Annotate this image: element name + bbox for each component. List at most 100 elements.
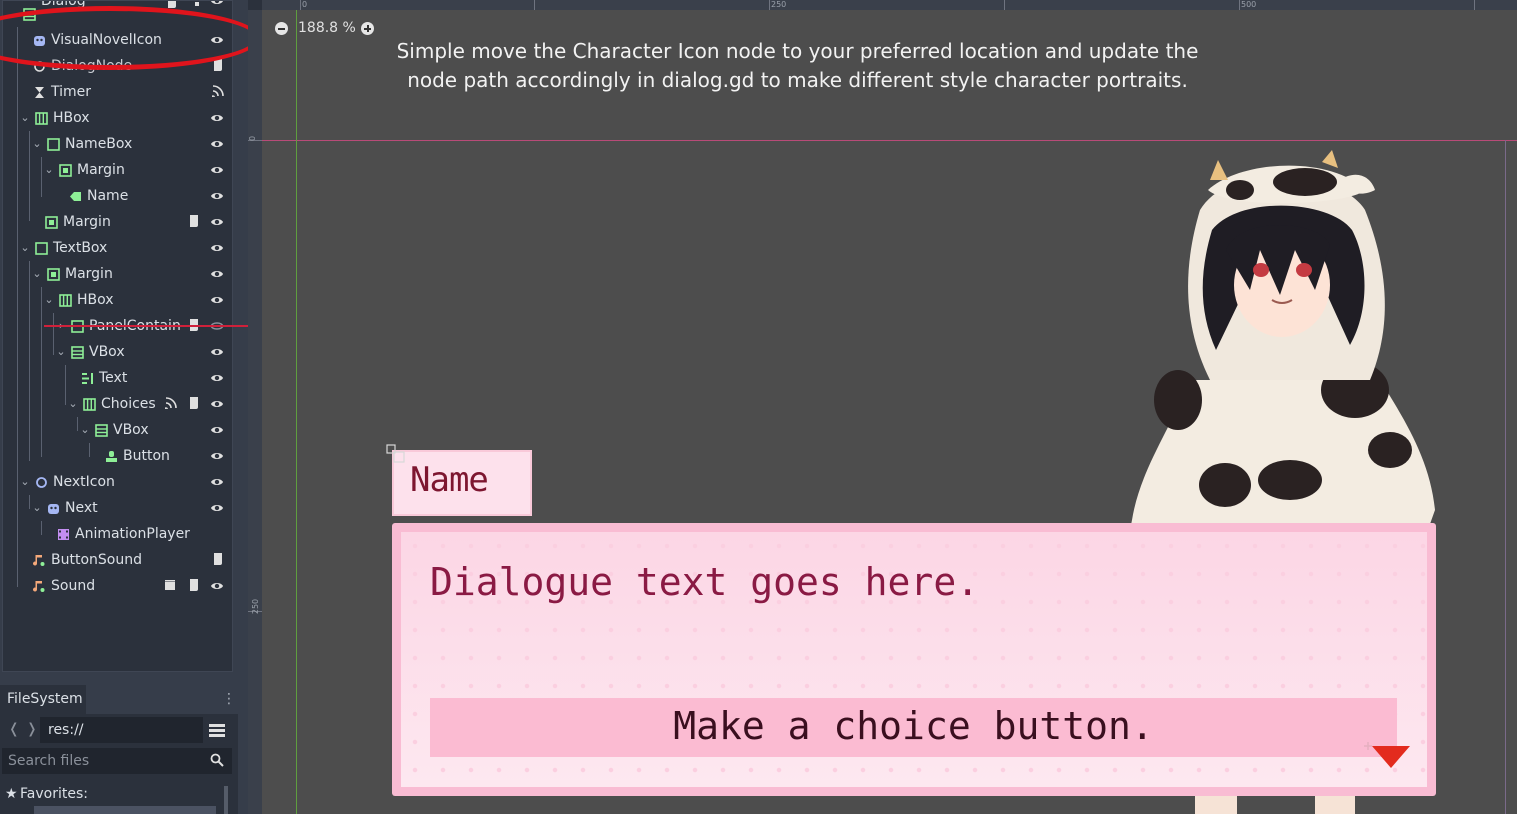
tree-item-label: HBox bbox=[77, 292, 114, 308]
timer-icon bbox=[35, 87, 44, 98]
tree-item-hbox[interactable]: ⌄ HBox bbox=[3, 287, 232, 313]
tree-item-buttonsound[interactable]: ButtonSound bbox=[3, 547, 232, 573]
tree-item-label: VBox bbox=[89, 344, 125, 360]
visibility-eye-icon[interactable] bbox=[210, 398, 224, 410]
tree-item-label: Timer bbox=[51, 84, 92, 100]
tree-item-animationplayer[interactable]: AnimationPlayer bbox=[3, 521, 232, 547]
tab-filesystem[interactable]: FileSystem bbox=[0, 685, 86, 714]
tree-item-label: VBox bbox=[113, 422, 149, 438]
ruler-left: 0 250 bbox=[248, 10, 262, 814]
zoom-in-button[interactable] bbox=[361, 22, 374, 35]
script-icon[interactable] bbox=[212, 552, 224, 566]
vbox-icon bbox=[71, 346, 84, 359]
search-files-input[interactable]: Search files bbox=[2, 748, 232, 774]
tree-item-margin[interactable]: Margin bbox=[3, 209, 232, 235]
ruler-tick bbox=[1004, 0, 1005, 10]
ruler-tick bbox=[1239, 0, 1240, 10]
visibility-eye-icon[interactable] bbox=[210, 424, 224, 436]
visibility-eye-icon[interactable] bbox=[210, 164, 224, 176]
script-icon[interactable] bbox=[188, 214, 200, 228]
node2d-icon bbox=[36, 477, 47, 488]
visibility-eye-icon[interactable] bbox=[210, 242, 224, 254]
star-icon: ★ bbox=[5, 786, 18, 802]
chevron-down-icon[interactable]: ⌄ bbox=[19, 469, 31, 495]
tree-item-label: NameBox bbox=[65, 136, 133, 152]
audio-icon bbox=[33, 581, 45, 592]
ruler-tick bbox=[769, 0, 770, 10]
zoom-level[interactable]: 188.8 % bbox=[298, 20, 356, 36]
tree-item-namebox[interactable]: ⌄ NameBox bbox=[3, 131, 232, 157]
tree-item-vbox[interactable]: ⌄ VBox bbox=[3, 417, 232, 443]
ruler-label: 250 bbox=[251, 598, 261, 615]
chevron-down-icon[interactable]: ⌄ bbox=[31, 261, 43, 287]
chevron-left-icon[interactable]: ❬ bbox=[8, 721, 20, 737]
vbox-icon bbox=[95, 424, 108, 437]
visibility-eye-icon[interactable] bbox=[210, 502, 224, 514]
visibility-eye-icon[interactable] bbox=[210, 450, 224, 462]
tree-item-timer[interactable]: Timer bbox=[3, 79, 232, 105]
visibility-eye-icon[interactable] bbox=[210, 294, 224, 306]
path-field[interactable]: res:// bbox=[40, 717, 203, 743]
signal-icon[interactable] bbox=[165, 397, 177, 409]
tree-item-sound[interactable]: Sound bbox=[3, 573, 232, 599]
visibility-eye-icon[interactable] bbox=[210, 580, 224, 592]
panel-icon bbox=[35, 242, 48, 255]
kebab-menu-icon[interactable]: ⋮ bbox=[222, 690, 236, 708]
tree-item-next[interactable]: ⌄ Next bbox=[3, 495, 232, 521]
script-icon[interactable] bbox=[188, 396, 200, 410]
list-item[interactable] bbox=[34, 806, 216, 814]
tree-item-label: Sound bbox=[51, 578, 96, 594]
tree-item-name[interactable]: Name bbox=[3, 183, 232, 209]
ruler-label: 0 bbox=[302, 0, 308, 9]
visibility-eye-icon[interactable] bbox=[210, 346, 224, 358]
tree-item-textbox[interactable]: ⌄ TextBox bbox=[3, 235, 232, 261]
margin-icon bbox=[45, 216, 58, 229]
guide-line bbox=[296, 10, 297, 814]
choice-button-label: Make a choice button. bbox=[673, 704, 1154, 748]
tree-item-label: NextIcon bbox=[53, 474, 115, 490]
chevron-down-icon[interactable]: ⌄ bbox=[19, 105, 31, 131]
tree-item-label: ButtonSound bbox=[51, 552, 142, 568]
visibility-eye-icon[interactable] bbox=[210, 0, 224, 7]
script-icon[interactable] bbox=[188, 578, 200, 592]
tree-item-margin[interactable]: ⌄ Margin bbox=[3, 157, 232, 183]
tree-item-nexticon[interactable]: ⌄ NextIcon bbox=[3, 469, 232, 495]
visibility-eye-icon[interactable] bbox=[210, 372, 224, 384]
chevron-down-icon[interactable]: ⌄ bbox=[43, 157, 55, 183]
signal-icon[interactable] bbox=[212, 85, 224, 97]
visibility-eye-icon[interactable] bbox=[210, 476, 224, 488]
instance-scene-icon[interactable] bbox=[164, 579, 176, 591]
move-handle-icon[interactable] bbox=[386, 444, 408, 466]
visibility-eye-icon[interactable] bbox=[210, 138, 224, 150]
scrollbar[interactable] bbox=[224, 786, 228, 814]
chevron-down-icon[interactable]: ⌄ bbox=[43, 287, 55, 313]
chevron-right-icon[interactable]: ❭ bbox=[26, 721, 38, 737]
tree-item-margin[interactable]: ⌄ Margin bbox=[3, 261, 232, 287]
tree-item-hbox[interactable]: ⌄ HBox bbox=[3, 105, 232, 131]
tree-item-vbox[interactable]: ⌄ VBox bbox=[3, 339, 232, 365]
chevron-down-icon[interactable]: ⌄ bbox=[19, 235, 31, 261]
chevron-down-icon[interactable]: ⌄ bbox=[31, 131, 43, 157]
visibility-eye-icon[interactable] bbox=[210, 190, 224, 202]
chevron-down-icon[interactable]: ⌄ bbox=[31, 495, 43, 521]
chevron-down-icon[interactable]: ⌄ bbox=[79, 417, 91, 443]
ruler-tick bbox=[1474, 0, 1475, 10]
visibility-eye-icon[interactable] bbox=[210, 268, 224, 280]
tree-item-choices[interactable]: ⌄ Choices bbox=[3, 391, 232, 417]
ruler-label: 500 bbox=[1241, 0, 1257, 9]
tree-item-button[interactable]: Button bbox=[3, 443, 232, 469]
guide-line bbox=[262, 140, 1517, 141]
guide-line bbox=[1505, 140, 1506, 814]
favorites-label[interactable]: Favorites: bbox=[20, 786, 88, 802]
visibility-eye-icon[interactable] bbox=[210, 112, 224, 124]
next-arrow-icon[interactable] bbox=[1362, 740, 1414, 772]
tree-item-text[interactable]: Text bbox=[3, 365, 232, 391]
zoom-out-button[interactable] bbox=[275, 22, 288, 35]
group-icon[interactable] bbox=[188, 0, 200, 9]
tree-item-label: Margin bbox=[63, 214, 111, 230]
visibility-eye-icon[interactable] bbox=[210, 216, 224, 228]
chevron-down-icon[interactable]: ⌄ bbox=[67, 391, 79, 417]
split-mode-icon[interactable] bbox=[208, 722, 226, 738]
ruler-tick bbox=[534, 0, 535, 10]
chevron-down-icon[interactable]: ⌄ bbox=[55, 339, 67, 365]
